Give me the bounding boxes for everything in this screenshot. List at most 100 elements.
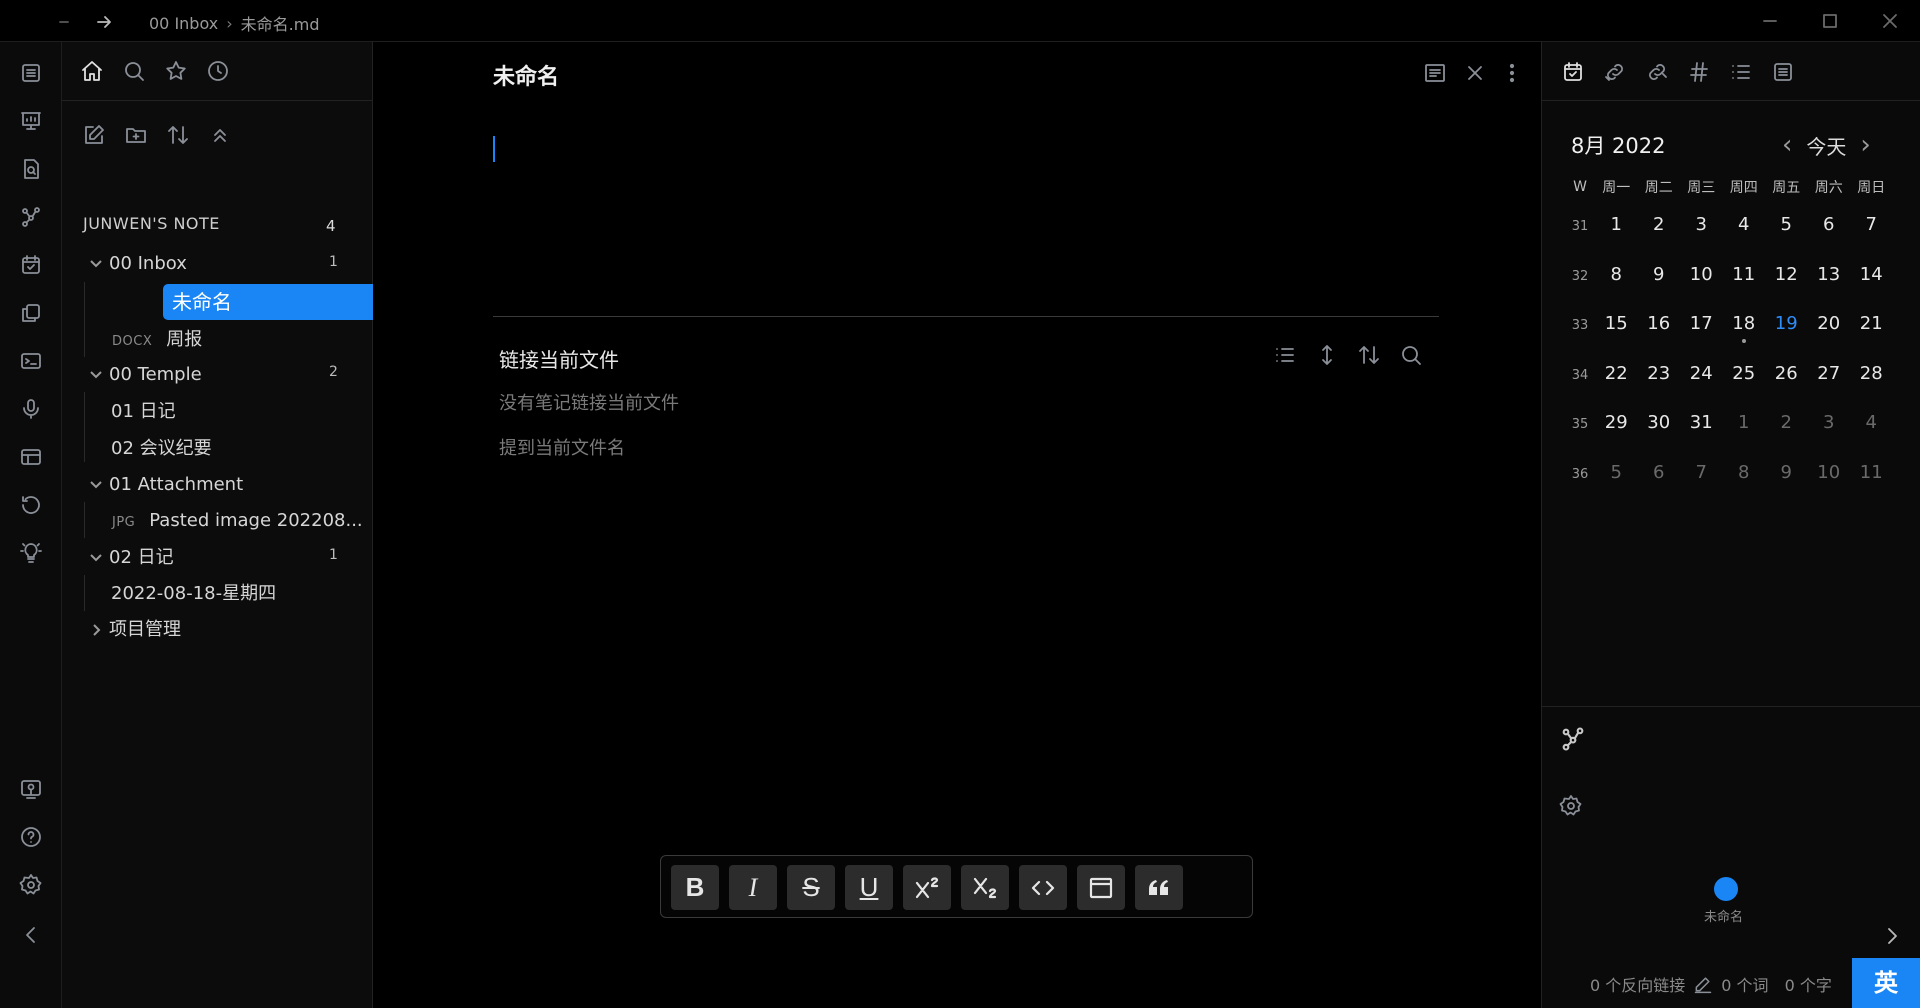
help-icon[interactable]	[19, 825, 43, 849]
expand-vertical-icon[interactable]	[1315, 343, 1339, 367]
file-search-icon[interactable]	[19, 157, 43, 181]
calendar-day[interactable]: 1	[1595, 214, 1638, 235]
calendar-day[interactable]: 20	[1808, 313, 1851, 334]
new-note-icon[interactable]	[82, 123, 106, 147]
chevron-right-icon[interactable]	[1882, 926, 1902, 946]
chevron-right-icon[interactable]	[89, 623, 103, 637]
back-arrow-icon[interactable]	[54, 12, 74, 32]
calendar-day[interactable]: 1	[1723, 412, 1766, 433]
calendar-day[interactable]: 25	[1723, 363, 1766, 384]
calendar-icon[interactable]	[1561, 60, 1585, 84]
calendar-day[interactable]: 11	[1850, 462, 1893, 483]
microphone-icon[interactable]	[19, 397, 43, 421]
breadcrumb-folder[interactable]: 00 Inbox	[149, 14, 218, 33]
backlinks-icon[interactable]	[1603, 60, 1627, 84]
graph-node[interactable]	[1714, 877, 1738, 901]
collapse-all-icon[interactable]	[208, 123, 232, 147]
inline-code-button[interactable]	[1019, 865, 1067, 910]
week-number[interactable]: 35	[1565, 413, 1595, 432]
note-title[interactable]: 未命名	[493, 59, 559, 91]
week-number[interactable]: 33	[1565, 314, 1595, 333]
more-options-icon[interactable]	[1500, 61, 1524, 85]
calendar-day[interactable]: 28	[1850, 363, 1893, 384]
calendar-day[interactable]: 10	[1680, 264, 1723, 285]
local-graph-icon[interactable]	[1559, 725, 1587, 753]
recent-clock-icon[interactable]	[206, 59, 230, 83]
calendar-day[interactable]: 23	[1638, 363, 1681, 384]
calendar-day[interactable]: 24	[1680, 363, 1723, 384]
chevron-down-icon[interactable]	[89, 368, 103, 382]
calendar-day[interactable]: 21	[1850, 313, 1893, 334]
search-icon[interactable]	[122, 59, 146, 83]
calendar-day[interactable]: 2	[1638, 214, 1681, 235]
calendar-day[interactable]: 22	[1595, 363, 1638, 384]
breadcrumb-file[interactable]: 未命名.md	[241, 11, 320, 35]
calendar-day[interactable]: 7	[1680, 462, 1723, 483]
tags-hash-icon[interactable]	[1687, 60, 1711, 84]
close-tab-icon[interactable]	[1463, 61, 1487, 85]
calendar-day[interactable]: 3	[1808, 412, 1851, 433]
close-window-icon[interactable]	[1880, 11, 1900, 31]
calendar-day[interactable]: 29	[1595, 412, 1638, 433]
collapse-sidebar-icon[interactable]	[19, 923, 43, 947]
blockquote-button[interactable]	[1135, 865, 1183, 910]
next-month-icon[interactable]: ›	[1860, 130, 1870, 160]
calendar-day[interactable]: 31	[1680, 412, 1723, 433]
vault-switch-icon[interactable]	[19, 777, 43, 801]
superscript-button[interactable]	[903, 865, 951, 910]
calendar-day[interactable]: 13	[1808, 264, 1851, 285]
calendar-day[interactable]: 15	[1595, 313, 1638, 334]
backlinks-count[interactable]: 0 个反向链接	[1590, 972, 1685, 996]
terminal-icon[interactable]	[19, 349, 43, 373]
bold-button[interactable]: B	[671, 865, 719, 910]
today-button[interactable]: 今天	[1806, 131, 1846, 160]
forward-arrow-icon[interactable]	[94, 12, 114, 32]
folder-00-temple[interactable]: 00 Temple	[90, 360, 202, 390]
calendar-day[interactable]: 6	[1808, 214, 1851, 235]
calendar-check-icon[interactable]	[19, 253, 43, 277]
file-diary-template[interactable]: 01 日记	[111, 397, 176, 427]
graph-settings-gear-icon[interactable]	[1559, 794, 1583, 818]
strikethrough-button[interactable]: S	[787, 865, 835, 910]
week-number[interactable]: 32	[1565, 265, 1595, 284]
ime-language-indicator[interactable]: 英	[1852, 958, 1920, 1008]
text-cursor[interactable]	[493, 136, 495, 162]
copy-icon[interactable]	[19, 301, 43, 325]
new-folder-icon[interactable]	[124, 123, 148, 147]
previous-month-icon[interactable]: ‹	[1782, 130, 1792, 160]
calendar-day[interactable]: 3	[1680, 214, 1723, 235]
chevron-down-icon[interactable]	[89, 478, 103, 492]
calendar-day[interactable]: 18	[1723, 313, 1766, 344]
calendar-day[interactable]: 30	[1638, 412, 1681, 433]
history-icon[interactable]	[19, 493, 43, 517]
folder-projects[interactable]: 项目管理	[93, 615, 181, 645]
calendar-day[interactable]: 6	[1638, 462, 1681, 483]
calendar-day[interactable]: 12	[1765, 264, 1808, 285]
lightbulb-icon[interactable]	[19, 541, 43, 565]
unlinked-mentions-heading[interactable]: 提到当前文件名	[499, 434, 625, 460]
settings-gear-icon[interactable]	[19, 873, 43, 897]
calendar-day[interactable]: 17	[1680, 313, 1723, 334]
calendar-day[interactable]: 5	[1765, 214, 1808, 235]
slides-icon[interactable]	[19, 109, 43, 133]
underline-button[interactable]: U	[845, 865, 893, 910]
calendar-day[interactable]: 26	[1765, 363, 1808, 384]
calendar-day[interactable]: 27	[1808, 363, 1851, 384]
calendar-day[interactable]: 14	[1850, 264, 1893, 285]
calendar-day[interactable]: 5	[1595, 462, 1638, 483]
calendar-day[interactable]: 8	[1595, 264, 1638, 285]
calendar-day[interactable]: 9	[1765, 462, 1808, 483]
file-meeting-template[interactable]: 02 会议纪要	[111, 434, 212, 464]
star-icon[interactable]	[164, 59, 188, 83]
sort-icon[interactable]	[166, 123, 190, 147]
reading-view-icon[interactable]	[1423, 61, 1447, 85]
italic-button[interactable]: I	[729, 865, 777, 910]
week-number[interactable]: 31	[1565, 215, 1595, 234]
file-diary-entry[interactable]: 2022-08-18-星期四	[111, 579, 276, 609]
subscript-button[interactable]	[961, 865, 1009, 910]
calendar-day[interactable]: 4	[1850, 412, 1893, 433]
calendar-day[interactable]: 19	[1765, 313, 1808, 334]
file-pasted-image[interactable]: JPG Pasted image 202208...	[112, 506, 363, 536]
home-icon[interactable]	[80, 59, 104, 83]
layout-icon[interactable]	[19, 445, 43, 469]
